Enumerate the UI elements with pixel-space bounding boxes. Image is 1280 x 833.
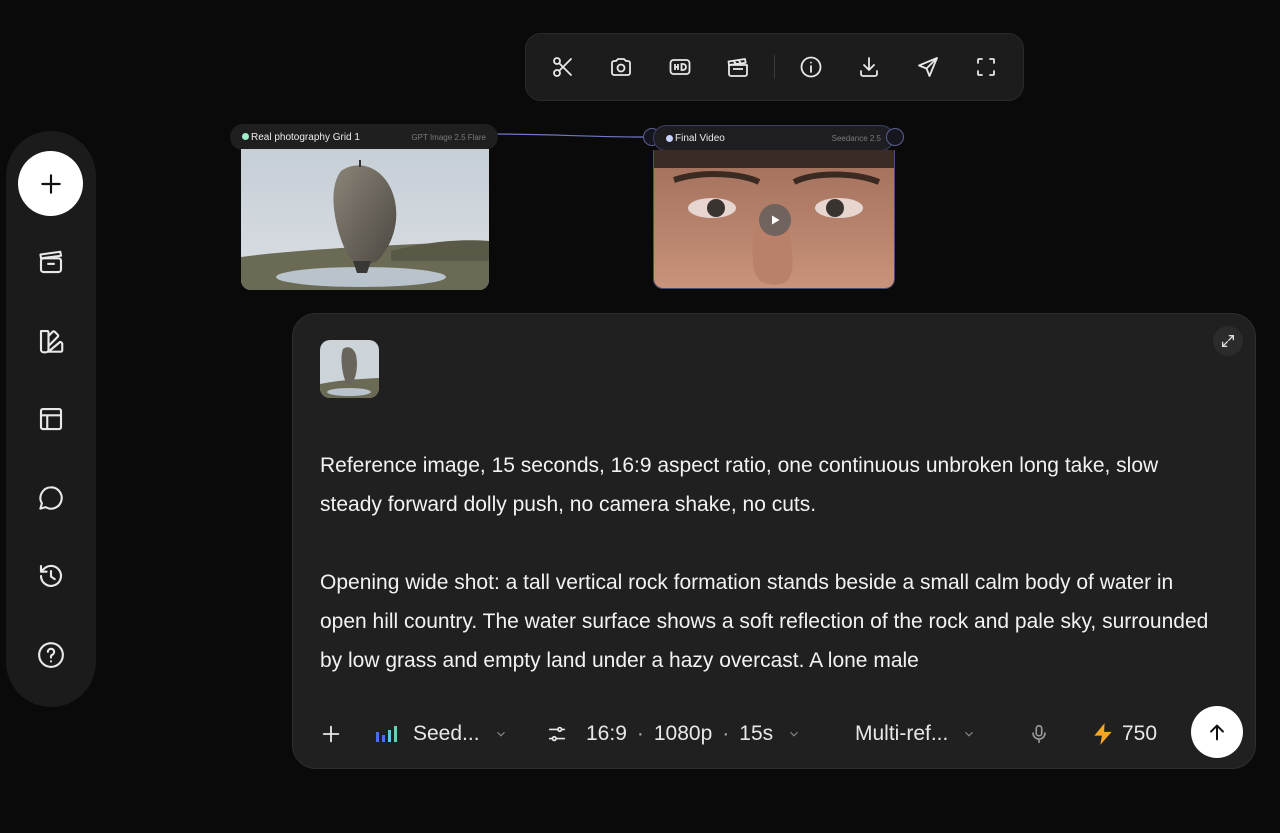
credits-display: 750: [1090, 721, 1157, 747]
microphone-icon: [1032, 724, 1046, 744]
chevron-down-icon: [965, 731, 974, 737]
add-icon: [40, 173, 61, 194]
play-icon: [772, 215, 780, 225]
rock-image-preview[interactable]: [241, 149, 489, 290]
duration: 15s: [739, 722, 774, 745]
add-attachment-button[interactable]: [320, 723, 342, 745]
media-toolbar: [525, 33, 1024, 101]
download-icon[interactable]: [851, 49, 887, 85]
aspect-ratio: 16:9: [586, 722, 627, 745]
add-button[interactable]: [18, 151, 83, 216]
video-preview[interactable]: [653, 150, 895, 289]
help-icon[interactable]: [33, 637, 69, 673]
model-label: Seed...: [413, 722, 480, 745]
separator-dot: ·: [722, 722, 730, 745]
microphone-button[interactable]: [1028, 723, 1050, 745]
video-node-header[interactable]: Final Video Seedance 2.5: [653, 125, 894, 151]
camera-icon[interactable]: [604, 49, 640, 85]
node-title: Real photography Grid 1: [251, 131, 360, 143]
chat-icon[interactable]: [33, 480, 69, 516]
chevron-down-icon: [496, 731, 505, 737]
chevron-down-icon: [790, 731, 799, 737]
expand-icon: [1222, 335, 1234, 347]
play-button[interactable]: [759, 204, 791, 236]
layout-icon[interactable]: [33, 401, 69, 437]
send-icon[interactable]: [910, 49, 946, 85]
expand-button[interactable]: [1213, 326, 1243, 356]
settings-selector[interactable]: 16:9 · 1080p · 15s: [546, 722, 801, 746]
clapperboard-icon[interactable]: [721, 49, 757, 85]
left-sidebar: [6, 131, 96, 707]
scissors-icon[interactable]: [545, 49, 581, 85]
library-icon[interactable]: [33, 323, 69, 359]
fullscreen-icon[interactable]: [968, 49, 1004, 85]
mode-label: Multi-ref...: [855, 722, 949, 745]
resolution: 1080p: [653, 722, 713, 745]
prompt-panel: Reference image, 15 seconds, 16:9 aspect…: [292, 313, 1256, 769]
mode-selector[interactable]: Multi-ref...: [855, 722, 976, 746]
lightning-icon: [1094, 723, 1112, 745]
node-title: Final Video: [675, 132, 725, 144]
clapperboard-icon[interactable]: [33, 244, 69, 280]
sliders-icon: [548, 726, 566, 742]
arrow-up-icon: [1210, 724, 1224, 741]
separator-dot: ·: [636, 722, 644, 745]
model-selector[interactable]: Seed...: [375, 722, 508, 746]
toolbar-divider: [774, 55, 775, 79]
image-node-header[interactable]: Real photography Grid 1 GPT Image 2.5 Fl…: [230, 124, 498, 150]
history-icon[interactable]: [33, 558, 69, 594]
generation-controls: Seed... 16:9 · 1080p · 15s Multi-ref... …: [293, 706, 1255, 762]
node-model: Seedance 2.5: [831, 133, 881, 143]
submit-button[interactable]: [1191, 706, 1243, 758]
reference-image-thumbnail[interactable]: [320, 340, 379, 398]
plus-icon: [322, 725, 340, 743]
output-port[interactable]: [886, 128, 904, 146]
info-icon[interactable]: [793, 49, 829, 85]
status-dot: [666, 135, 673, 142]
hd-icon[interactable]: [662, 49, 698, 85]
credits-count: 750: [1122, 722, 1158, 745]
prompt-textarea[interactable]: Reference image, 15 seconds, 16:9 aspect…: [320, 446, 1225, 682]
status-dot: [242, 133, 249, 140]
node-model: GPT Image 2.5 Flare: [411, 132, 486, 142]
model-bars-icon: [376, 726, 397, 742]
